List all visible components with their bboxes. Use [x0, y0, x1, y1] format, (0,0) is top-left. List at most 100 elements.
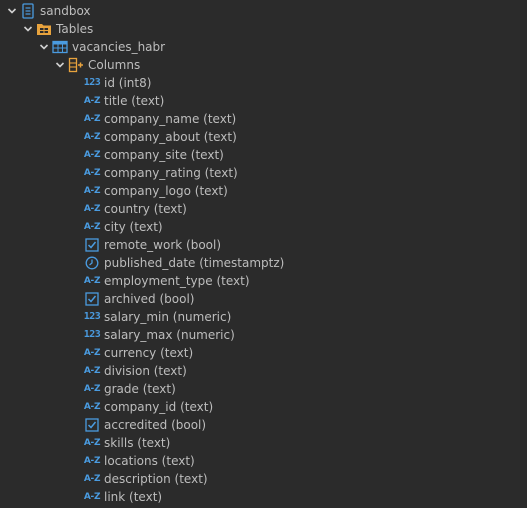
- text-type-icon-glyph: A-Z: [83, 348, 101, 358]
- text-type-icon: A-Z: [83, 399, 101, 415]
- database-icon: [20, 3, 36, 19]
- column-item[interactable]: A-Z company_site (text): [0, 146, 527, 164]
- tree-node-vacancies-habr[interactable]: vacancies_habr: [0, 38, 527, 56]
- column-item[interactable]: A-Z link (text): [0, 488, 527, 506]
- column-item[interactable]: A-Z company_about (text): [0, 128, 527, 146]
- column-item[interactable]: A-Z title (text): [0, 92, 527, 110]
- chevron-down-icon[interactable]: [54, 56, 66, 74]
- column-label: company_rating (text): [104, 166, 238, 180]
- column-label: skills (text): [104, 436, 171, 450]
- numeric-type-icon-glyph: 123: [83, 311, 101, 322]
- column-label: currency (text): [104, 346, 194, 360]
- column-label: locations (text): [104, 454, 195, 468]
- column-item[interactable]: A-Z description (text): [0, 470, 527, 488]
- text-type-icon-glyph: A-Z: [83, 384, 101, 394]
- checkbox-type-icon: [84, 237, 100, 253]
- text-type-icon-glyph: A-Z: [83, 456, 101, 466]
- chevron-down-icon[interactable]: [6, 2, 18, 20]
- column-item[interactable]: accredited (bool): [0, 416, 527, 434]
- column-item[interactable]: published_date (timestamptz): [0, 254, 527, 272]
- text-type-icon: A-Z: [83, 435, 101, 451]
- column-label: company_logo (text): [104, 184, 228, 198]
- text-type-icon: A-Z: [83, 381, 101, 397]
- column-item[interactable]: A-Z skills (text): [0, 434, 527, 452]
- chevron-down-icon[interactable]: [22, 20, 34, 38]
- column-item[interactable]: A-Z company_id (text): [0, 398, 527, 416]
- column-item[interactable]: A-Z locations (text): [0, 452, 527, 470]
- column-label: country (text): [104, 202, 187, 216]
- text-type-icon: A-Z: [83, 129, 101, 145]
- column-item[interactable]: 123 salary_max (numeric): [0, 326, 527, 344]
- table-icon: [52, 39, 68, 55]
- text-type-icon-glyph: A-Z: [83, 402, 101, 412]
- text-type-icon: A-Z: [83, 165, 101, 181]
- column-item[interactable]: A-Z country (text): [0, 200, 527, 218]
- column-label: archived (bool): [104, 292, 195, 306]
- text-type-icon-glyph: A-Z: [83, 276, 101, 286]
- column-item[interactable]: remote_work (bool): [0, 236, 527, 254]
- tree-node-label: Tables: [56, 22, 94, 36]
- text-type-icon: A-Z: [83, 363, 101, 379]
- column-item[interactable]: archived (bool): [0, 290, 527, 308]
- text-type-icon-glyph: A-Z: [83, 366, 101, 376]
- text-type-icon-glyph: A-Z: [83, 132, 101, 142]
- text-type-icon: A-Z: [83, 273, 101, 289]
- columns-list: 123 id (int8) A-Z title (text) A-Z company_na…: [0, 74, 527, 506]
- column-item[interactable]: A-Z division (text): [0, 362, 527, 380]
- column-label: company_site (text): [104, 148, 224, 162]
- column-item[interactable]: A-Z company_logo (text): [0, 182, 527, 200]
- column-item[interactable]: A-Z employment_type (text): [0, 272, 527, 290]
- text-type-icon-glyph: A-Z: [83, 96, 101, 106]
- column-label: employment_type (text): [104, 274, 250, 288]
- text-type-icon-glyph: A-Z: [83, 150, 101, 160]
- text-type-icon: A-Z: [83, 147, 101, 163]
- column-label: published_date (timestamptz): [104, 256, 285, 270]
- tree-node-tables[interactable]: Tables: [0, 20, 527, 38]
- text-type-icon-glyph: A-Z: [83, 204, 101, 214]
- column-label: company_id (text): [104, 400, 214, 414]
- tree-node-label: sandbox: [40, 4, 91, 18]
- numeric-type-icon: 123: [83, 309, 101, 325]
- numeric-type-icon: 123: [84, 75, 101, 91]
- column-label: company_name (text): [104, 112, 237, 126]
- column-label: division (text): [104, 364, 187, 378]
- column-item[interactable]: A-Z city (text): [0, 218, 527, 236]
- chevron-down-icon[interactable]: [38, 38, 50, 56]
- checkbox-type-icon: [84, 417, 100, 433]
- column-item[interactable]: A-Z company_rating (text): [0, 164, 527, 182]
- tree-node-columns[interactable]: Columns: [0, 56, 527, 74]
- column-label: remote_work (bool): [104, 238, 222, 252]
- text-type-icon-glyph: A-Z: [83, 168, 101, 178]
- column-label: accredited (bool): [104, 418, 207, 432]
- column-label: salary_min (numeric): [104, 310, 232, 324]
- column-label: city (text): [104, 220, 163, 234]
- tree-node-label: vacancies_habr: [72, 40, 166, 54]
- text-type-icon-glyph: A-Z: [83, 222, 101, 232]
- tables-folder-icon: [36, 21, 52, 37]
- column-item[interactable]: 123 id (int8): [0, 74, 527, 92]
- column-item[interactable]: A-Z currency (text): [0, 344, 527, 362]
- column-item[interactable]: A-Z company_name (text): [0, 110, 527, 128]
- column-label: title (text): [104, 94, 165, 108]
- columns-folder-icon: [68, 57, 84, 73]
- text-type-icon-glyph: A-Z: [83, 114, 101, 124]
- text-type-icon: A-Z: [83, 471, 101, 487]
- database-navigator-tree: sandbox Tables vacancies_habr Columns 12…: [0, 0, 527, 506]
- text-type-icon: A-Z: [83, 453, 101, 469]
- text-type-icon: A-Z: [83, 219, 101, 235]
- column-label: company_about (text): [104, 130, 237, 144]
- column-label: salary_max (numeric): [104, 328, 235, 342]
- tree-node-label: Columns: [88, 58, 141, 72]
- text-type-icon: A-Z: [83, 93, 101, 109]
- numeric-type-icon-glyph: 123: [83, 329, 101, 340]
- text-type-icon-glyph: A-Z: [83, 492, 101, 502]
- text-type-icon: A-Z: [83, 489, 101, 505]
- text-type-icon-glyph: A-Z: [83, 438, 101, 448]
- text-type-icon-glyph: A-Z: [83, 474, 101, 484]
- text-type-icon: A-Z: [83, 201, 101, 217]
- column-item[interactable]: 123 salary_min (numeric): [0, 308, 527, 326]
- column-label: description (text): [104, 472, 208, 486]
- column-item[interactable]: A-Z grade (text): [0, 380, 527, 398]
- tree-node-sandbox[interactable]: sandbox: [0, 2, 527, 20]
- text-type-icon: A-Z: [83, 345, 101, 361]
